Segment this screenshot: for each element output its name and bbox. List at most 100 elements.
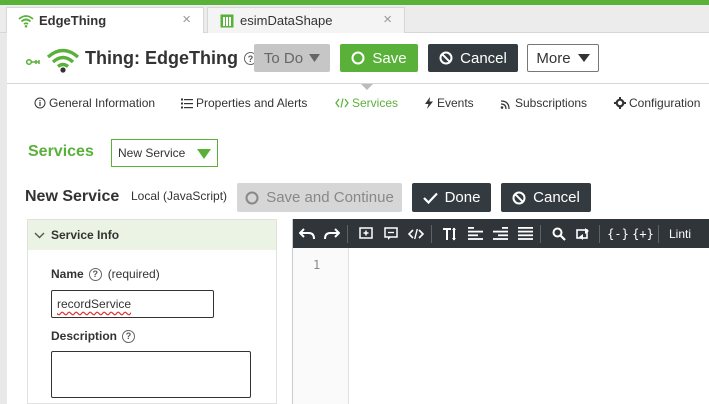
text-height-icon[interactable]: [439, 224, 461, 244]
save-label: Save: [372, 49, 407, 67]
nav-label: Services: [352, 96, 399, 110]
thing-title-text: Thing: EdgeThing: [85, 48, 238, 68]
info-icon: [34, 97, 46, 109]
braces-plus-icon[interactable]: {+}: [632, 224, 654, 244]
cancel-button[interactable]: Cancel: [428, 44, 518, 72]
left-edge-bar: [0, 33, 7, 404]
save-button[interactable]: Save: [340, 44, 418, 72]
caret-down-icon: [197, 149, 211, 159]
description-label: Description: [51, 329, 118, 343]
tab-label: EdgeThing: [39, 13, 107, 28]
active-tab-indicator: [361, 84, 373, 90]
line-number: 1: [313, 258, 321, 272]
signal-icon: [500, 98, 512, 109]
service-title: New Service: [25, 188, 120, 205]
required-note: (required): [107, 267, 160, 281]
name-field[interactable]: recordService: [51, 290, 214, 318]
indent-icon[interactable]: [464, 224, 486, 244]
check-icon: [422, 192, 438, 204]
thing-icon-group: [25, 47, 80, 78]
undo-icon[interactable]: [296, 224, 318, 244]
tab-subscriptions[interactable]: Subscriptions: [500, 96, 587, 110]
cancel-service-button[interactable]: Cancel: [501, 183, 591, 212]
replace-icon[interactable]: [573, 224, 595, 244]
caret-down-icon: [577, 54, 590, 62]
toolbar-divider: [540, 224, 541, 243]
nav-label: General Information: [49, 96, 156, 110]
comment-icon[interactable]: [380, 224, 402, 244]
done-label: Done: [444, 189, 481, 206]
gear-icon: [614, 97, 626, 109]
name-label: Name: [51, 267, 84, 281]
outdent-icon[interactable]: [489, 224, 511, 244]
connector-icon: [25, 54, 42, 72]
service-type: Local (JavaScript): [131, 189, 228, 203]
nav-label: Events: [437, 96, 474, 110]
align-justify-icon[interactable]: [514, 224, 536, 244]
close-icon[interactable]: ×: [182, 11, 191, 28]
services-heading: Services: [28, 143, 94, 160]
circle-icon: [245, 191, 259, 205]
thing-subnav: General Information Properties and Alert…: [7, 83, 709, 121]
toolbar-divider: [599, 224, 600, 243]
tab-events[interactable]: Events: [424, 96, 474, 110]
service-info-header[interactable]: Service Info: [28, 220, 276, 250]
line-gutter: 1: [293, 248, 349, 404]
select-value: New Service: [118, 146, 186, 160]
tab-services[interactable]: Services: [335, 96, 398, 110]
add-snippet-icon[interactable]: [355, 224, 377, 244]
caret-down-icon: [309, 54, 321, 62]
wifi-icon: [46, 47, 80, 78]
tab-edgething[interactable]: EdgeThing ×: [6, 7, 204, 33]
code-icon: [335, 98, 349, 108]
bolt-icon: [424, 97, 434, 109]
ban-icon: [439, 51, 453, 65]
description-field[interactable]: [51, 351, 251, 398]
save-continue-label: Save and Continue: [266, 189, 394, 206]
save-and-continue-button[interactable]: Save and Continue: [237, 183, 402, 212]
tab-configuration[interactable]: Configuration: [614, 96, 700, 110]
search-icon[interactable]: [548, 224, 570, 244]
cancel-label: Cancel: [460, 49, 507, 67]
todo-label: To Do: [263, 49, 304, 67]
toolbar-divider: [347, 224, 348, 243]
todo-button[interactable]: To Do: [254, 44, 330, 72]
ban-icon: [512, 191, 526, 205]
code-icon[interactable]: [405, 224, 427, 244]
braces-icon[interactable]: {-}: [607, 224, 629, 244]
more-button[interactable]: More: [527, 44, 599, 72]
page-title: Thing: EdgeThing ?: [85, 48, 257, 69]
tab-properties-and-alerts[interactable]: Properties and Alerts: [181, 96, 307, 110]
redo-icon[interactable]: [321, 224, 343, 244]
service-info-title: Service Info: [51, 228, 120, 242]
list-icon: [181, 98, 193, 109]
linting-label[interactable]: Linti: [669, 227, 691, 241]
toolbar-divider: [431, 224, 432, 243]
help-icon[interactable]: ?: [88, 267, 102, 281]
toolbar-divider: [658, 224, 659, 243]
service-info-panel: Service Info Name ? (required) recordSer…: [27, 219, 277, 404]
chevron-down-icon: [34, 232, 45, 239]
help-icon[interactable]: ?: [122, 329, 136, 343]
nav-label: Configuration: [629, 96, 701, 110]
nav-label: Subscriptions: [515, 96, 588, 110]
datashape-icon: [218, 13, 236, 29]
code-editor: {-} {+} Linti 1: [292, 219, 709, 404]
done-button[interactable]: Done: [412, 183, 491, 212]
tab-bar: EdgeThing × esimDataShape ×: [0, 5, 709, 33]
thing-header: Thing: EdgeThing ? To Do Save Cancel Mor…: [7, 33, 709, 83]
description-label-row: Description ?: [51, 329, 136, 343]
tab-general-information[interactable]: General Information: [34, 96, 155, 110]
more-label: More: [536, 49, 571, 67]
wifi-icon: [17, 13, 35, 29]
tab-esimdatashape[interactable]: esimDataShape ×: [207, 7, 405, 33]
name-label-row: Name ? (required): [51, 267, 160, 281]
new-service-select[interactable]: New Service: [111, 139, 218, 167]
nav-label: Properties and Alerts: [196, 96, 308, 110]
close-icon[interactable]: ×: [383, 11, 392, 28]
tab-label: esimDataShape: [240, 13, 333, 28]
name-value: recordService: [57, 297, 132, 311]
services-row: Services New Service: [7, 121, 709, 181]
circle-icon: [351, 51, 365, 65]
cancel-label: Cancel: [533, 189, 580, 206]
